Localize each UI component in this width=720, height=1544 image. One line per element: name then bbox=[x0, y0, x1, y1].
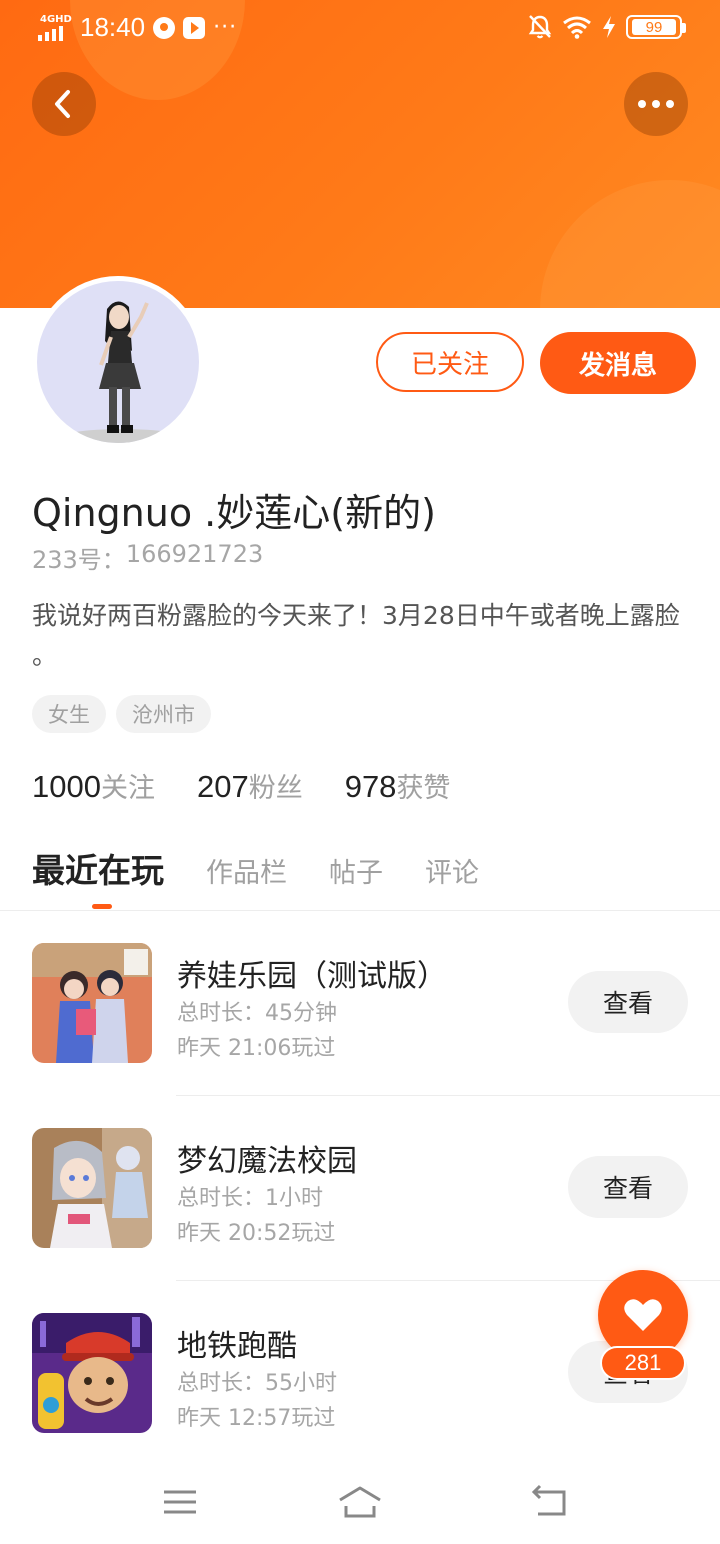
play-icon bbox=[183, 16, 206, 39]
menu-icon[interactable] bbox=[158, 1482, 202, 1522]
network-type-label: 4GHD bbox=[40, 13, 72, 25]
meter-icon bbox=[153, 16, 176, 39]
active-tab-indicator bbox=[92, 904, 112, 909]
user-tags: 女生 沧州市 bbox=[32, 695, 211, 733]
game-title: 地铁跑酷 bbox=[177, 1329, 297, 1364]
game-last-played: 昨天 21:06玩过 bbox=[177, 1036, 336, 1061]
user-id-value: 166921723 bbox=[125, 540, 264, 568]
tag-gender: 女生 bbox=[32, 695, 106, 733]
duration-value: 55小时 bbox=[265, 1371, 338, 1396]
user-id-label: 233号： bbox=[32, 546, 126, 574]
game-thumbnail[interactable] bbox=[32, 943, 152, 1063]
profile-tabs: 最近在玩 作品栏 帖子 评论 bbox=[32, 844, 521, 892]
wifi-icon bbox=[563, 16, 591, 39]
game-thumbnail[interactable] bbox=[32, 1128, 152, 1248]
mute-bell-icon bbox=[528, 15, 552, 39]
view-button[interactable]: 查看 bbox=[568, 971, 688, 1033]
username: Qingnuo .妙莲心(新的) bbox=[32, 491, 436, 535]
more-options-button[interactable] bbox=[624, 72, 688, 136]
stat-label: 获赞 bbox=[396, 773, 451, 804]
duration-value: 45分钟 bbox=[265, 1001, 338, 1026]
divider bbox=[0, 910, 720, 911]
game-thumbnail[interactable] bbox=[32, 1313, 152, 1433]
stat-value: 978 bbox=[344, 769, 397, 804]
home-icon[interactable] bbox=[336, 1482, 384, 1522]
game-last-played: 昨天 12:57玩过 bbox=[177, 1406, 336, 1431]
stat-value: 1000 bbox=[32, 769, 101, 804]
duration-label: 总时长： bbox=[177, 1001, 266, 1026]
back-icon[interactable] bbox=[528, 1482, 572, 1522]
game-duration: 总时长： 1小时 bbox=[177, 1180, 323, 1212]
avatar[interactable] bbox=[32, 276, 204, 448]
stat-followers[interactable]: 207 粉丝 bbox=[197, 766, 303, 805]
view-button[interactable]: 查看 bbox=[568, 1156, 688, 1218]
more-notifications-icon: ··· bbox=[213, 15, 238, 40]
stat-likes: 978 获赞 bbox=[345, 766, 451, 805]
game-title: 梦幻魔法校园 bbox=[177, 1144, 357, 1179]
charging-icon bbox=[603, 16, 615, 38]
divider bbox=[176, 1095, 720, 1096]
game-duration: 总时长： 45分钟 bbox=[177, 995, 337, 1027]
chevron-left-icon bbox=[55, 90, 70, 118]
heart-icon bbox=[624, 1299, 662, 1331]
game-title: 养娃乐园（测试版） bbox=[177, 959, 447, 994]
game-duration: 总时长： 55小时 bbox=[177, 1365, 337, 1397]
duration-label: 总时长： bbox=[177, 1371, 266, 1396]
stat-value: 207 bbox=[196, 769, 249, 804]
back-button[interactable] bbox=[32, 72, 96, 136]
stat-label: 粉丝 bbox=[248, 773, 303, 804]
header-decoration bbox=[540, 180, 720, 308]
battery-level: 99 bbox=[632, 19, 676, 36]
status-time: 18:40 bbox=[80, 12, 146, 42]
like-count-badge: 281 bbox=[600, 1346, 686, 1380]
list-item[interactable]: 养娃乐园（测试版） 总时长： 45分钟 昨天 21:06玩过 查看 bbox=[0, 943, 720, 1128]
user-stats: 1000 关注 207 粉丝 978 获赞 bbox=[32, 766, 450, 805]
more-dots-icon bbox=[638, 100, 674, 108]
stat-label: 关注 bbox=[100, 773, 155, 804]
tab-recently-played[interactable]: 最近在玩 bbox=[32, 844, 164, 892]
battery-icon: 99 bbox=[626, 15, 686, 39]
send-message-button[interactable]: 发消息 bbox=[540, 332, 696, 394]
tab-comments[interactable]: 评论 bbox=[425, 851, 479, 890]
duration-value: 1小时 bbox=[265, 1186, 324, 1211]
system-navigation-bar bbox=[0, 1460, 720, 1544]
profile-header: 4GHD 18:40 ··· 99 bbox=[0, 0, 720, 308]
status-bar: 4GHD 18:40 ··· 99 bbox=[0, 0, 720, 58]
followed-button[interactable]: 已关注 bbox=[376, 332, 524, 392]
game-last-played: 昨天 20:52玩过 bbox=[177, 1221, 336, 1246]
signal-icon: 4GHD bbox=[38, 13, 72, 43]
tab-works[interactable]: 作品栏 bbox=[206, 851, 287, 890]
stat-following[interactable]: 1000 关注 bbox=[32, 766, 155, 805]
user-id: 233号： 166921723 bbox=[32, 540, 263, 575]
tab-posts[interactable]: 帖子 bbox=[329, 851, 383, 890]
tag-location: 沧州市 bbox=[116, 695, 211, 733]
duration-label: 总时长： bbox=[177, 1186, 266, 1211]
user-bio: 我说好两百粉露脸的今天来了！3月28日中午或者晚上露脸 。 bbox=[32, 601, 680, 670]
avatar-character-illustration bbox=[57, 301, 187, 443]
